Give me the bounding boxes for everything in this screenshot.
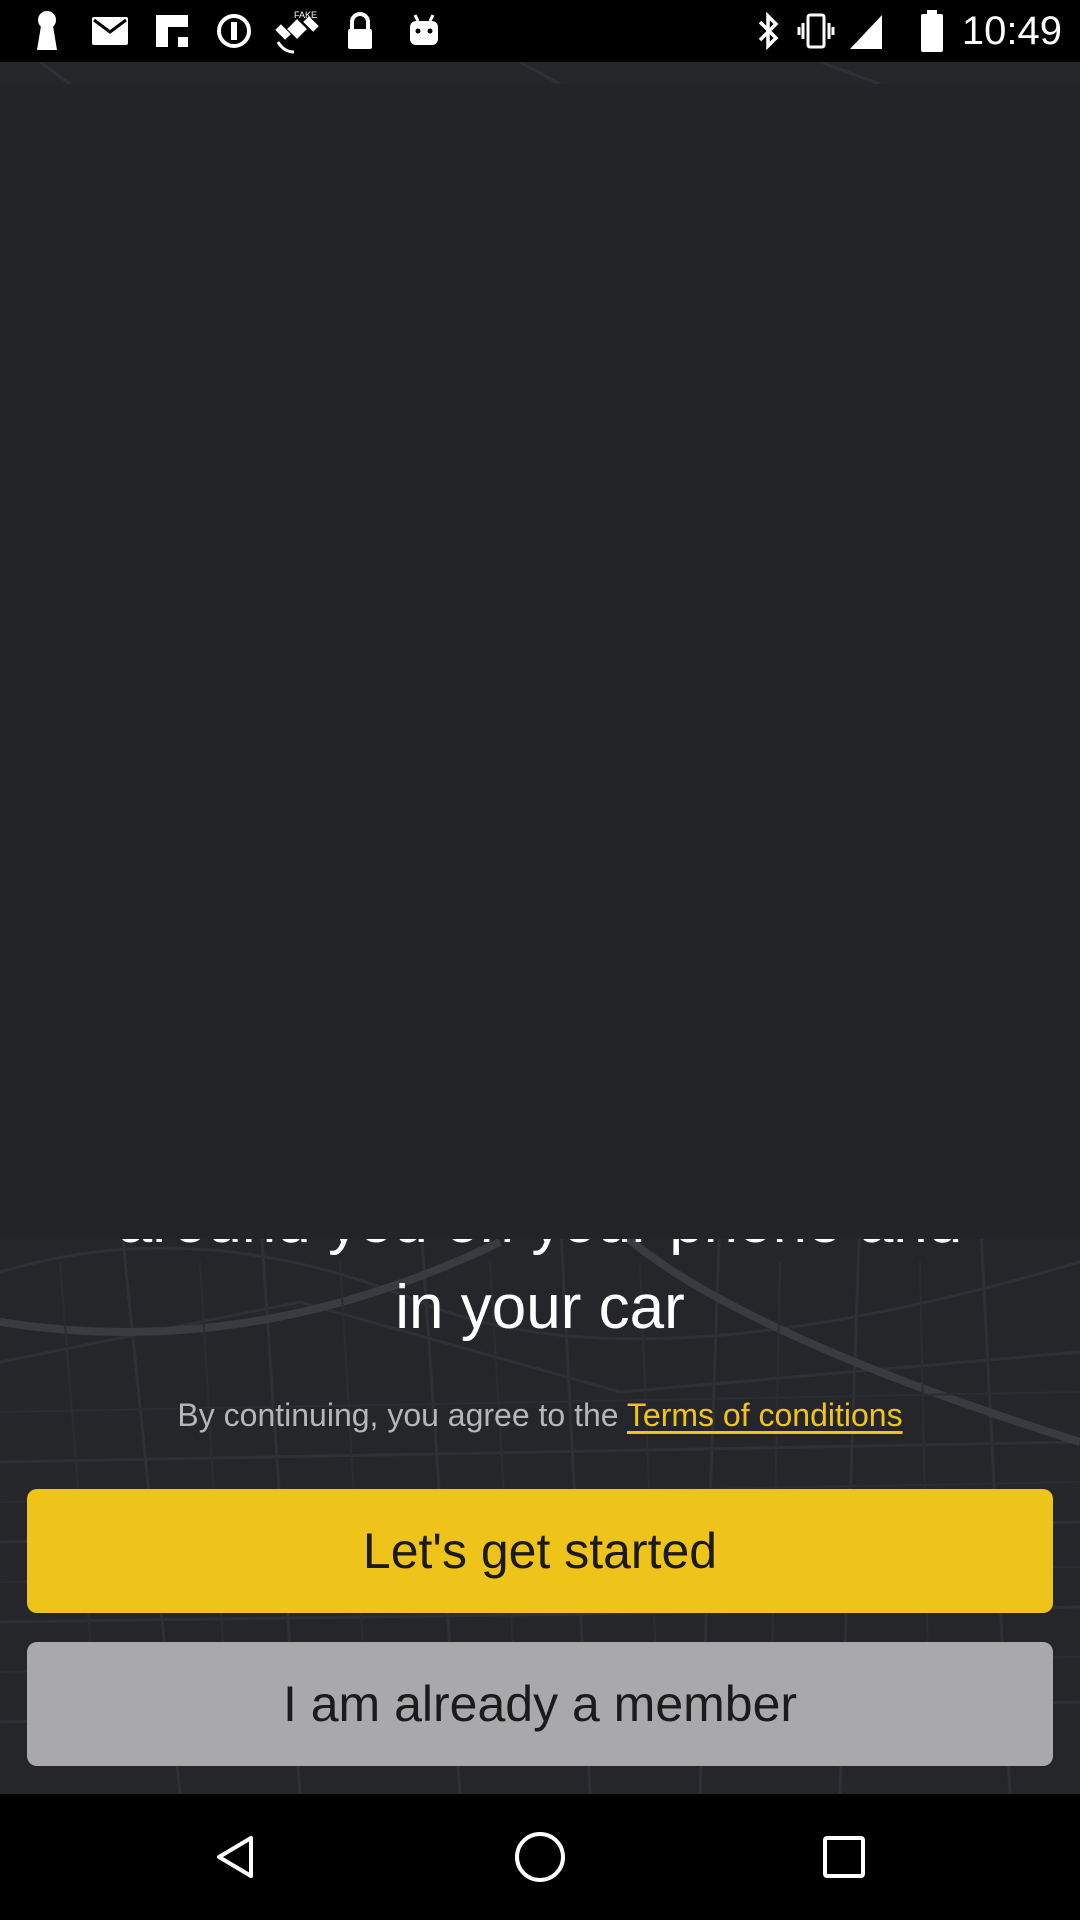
flipboard-icon	[152, 8, 192, 54]
home-icon[interactable]	[504, 1821, 576, 1893]
content-panel	[0, 84, 1080, 1239]
terms-text: By continuing, you agree to the Terms of…	[0, 1397, 1080, 1434]
clock: 10:49	[961, 9, 1062, 53]
satellite-icon: FAKE	[272, 8, 324, 54]
recents-icon[interactable]	[808, 1821, 880, 1893]
terms-prefix: By continuing, you agree to the	[177, 1397, 627, 1433]
status-bar: FAKE 10:49	[0, 0, 1080, 62]
battery-icon	[918, 8, 946, 54]
email-icon	[90, 8, 130, 54]
navigation-bar	[0, 1794, 1080, 1920]
android-icon	[404, 8, 444, 54]
svg-text:FAKE: FAKE	[294, 10, 317, 20]
bluetooth-icon	[752, 8, 786, 54]
tagline-last-line: in your car	[395, 1273, 685, 1342]
lock-icon	[342, 8, 378, 54]
tagline-container: around you on your phone and in your car	[0, 1239, 1080, 1399]
back-icon[interactable]	[200, 1821, 272, 1893]
tagline-partial-line: around you on your phone and	[60, 1239, 1020, 1265]
onboarding-screen: around you on your phone and in your car…	[0, 62, 1080, 1794]
get-started-button[interactable]: Let's get started	[27, 1489, 1053, 1613]
info-circle-icon	[214, 8, 254, 54]
signal-icon	[846, 8, 886, 54]
vibrate-icon	[796, 8, 836, 54]
already-member-button[interactable]: I am already a member	[27, 1642, 1053, 1766]
terms-link[interactable]: Terms of conditions	[627, 1397, 903, 1433]
keyhole-icon	[30, 8, 64, 54]
screen: FAKE 10:49 in your car By continuing, yo…	[0, 0, 1080, 1920]
tagline: around you on your phone and in your car	[60, 1239, 1020, 1351]
